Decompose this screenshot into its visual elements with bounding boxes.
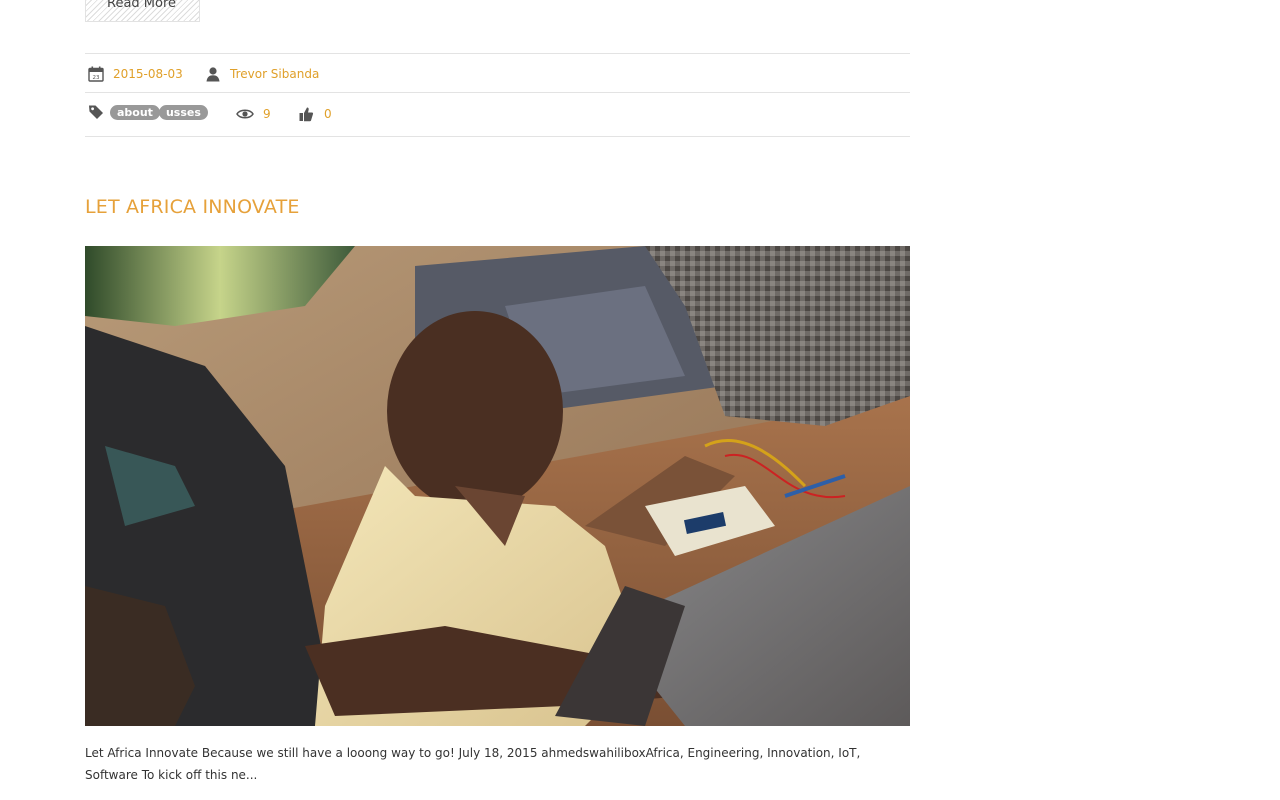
post-author: Trevor Sibanda xyxy=(205,64,319,84)
post-title[interactable]: LET AFRICA INNOVATE xyxy=(85,194,300,220)
featured-photo xyxy=(85,246,910,726)
calendar-icon: 23 xyxy=(88,66,104,82)
post-views: 9 xyxy=(236,104,271,124)
tag-icon xyxy=(88,104,104,120)
post-date-link[interactable]: 2015-08-03 xyxy=(113,64,183,84)
likes-count: 0 xyxy=(324,107,332,121)
post-stats-row: about usses 9 0 xyxy=(85,104,910,124)
post-meta-row: 23 2015-08-03 Trevor Sibanda xyxy=(85,64,910,84)
eye-icon xyxy=(236,106,254,122)
post-featured-image[interactable] xyxy=(85,246,910,726)
read-more-button[interactable]: Read More xyxy=(107,0,176,13)
divider xyxy=(85,136,910,137)
tag-usses[interactable]: usses xyxy=(158,104,208,120)
divider xyxy=(85,53,910,54)
tag-about[interactable]: about xyxy=(110,104,160,120)
post-author-link[interactable]: Trevor Sibanda xyxy=(230,64,319,84)
read-more-button-frame[interactable]: Read More xyxy=(85,0,200,22)
thumbs-up-icon[interactable] xyxy=(298,106,314,122)
views-count: 9 xyxy=(263,107,271,121)
post-likes: 0 xyxy=(298,104,332,124)
user-icon xyxy=(205,66,221,82)
divider xyxy=(85,92,910,93)
post-date: 23 2015-08-03 xyxy=(88,64,183,84)
post-tags: about usses xyxy=(88,104,208,120)
post-excerpt: Let Africa Innovate Because we still hav… xyxy=(85,746,861,782)
svg-text:23: 23 xyxy=(93,75,100,81)
post-title-link[interactable]: LET AFRICA INNOVATE xyxy=(85,196,300,218)
